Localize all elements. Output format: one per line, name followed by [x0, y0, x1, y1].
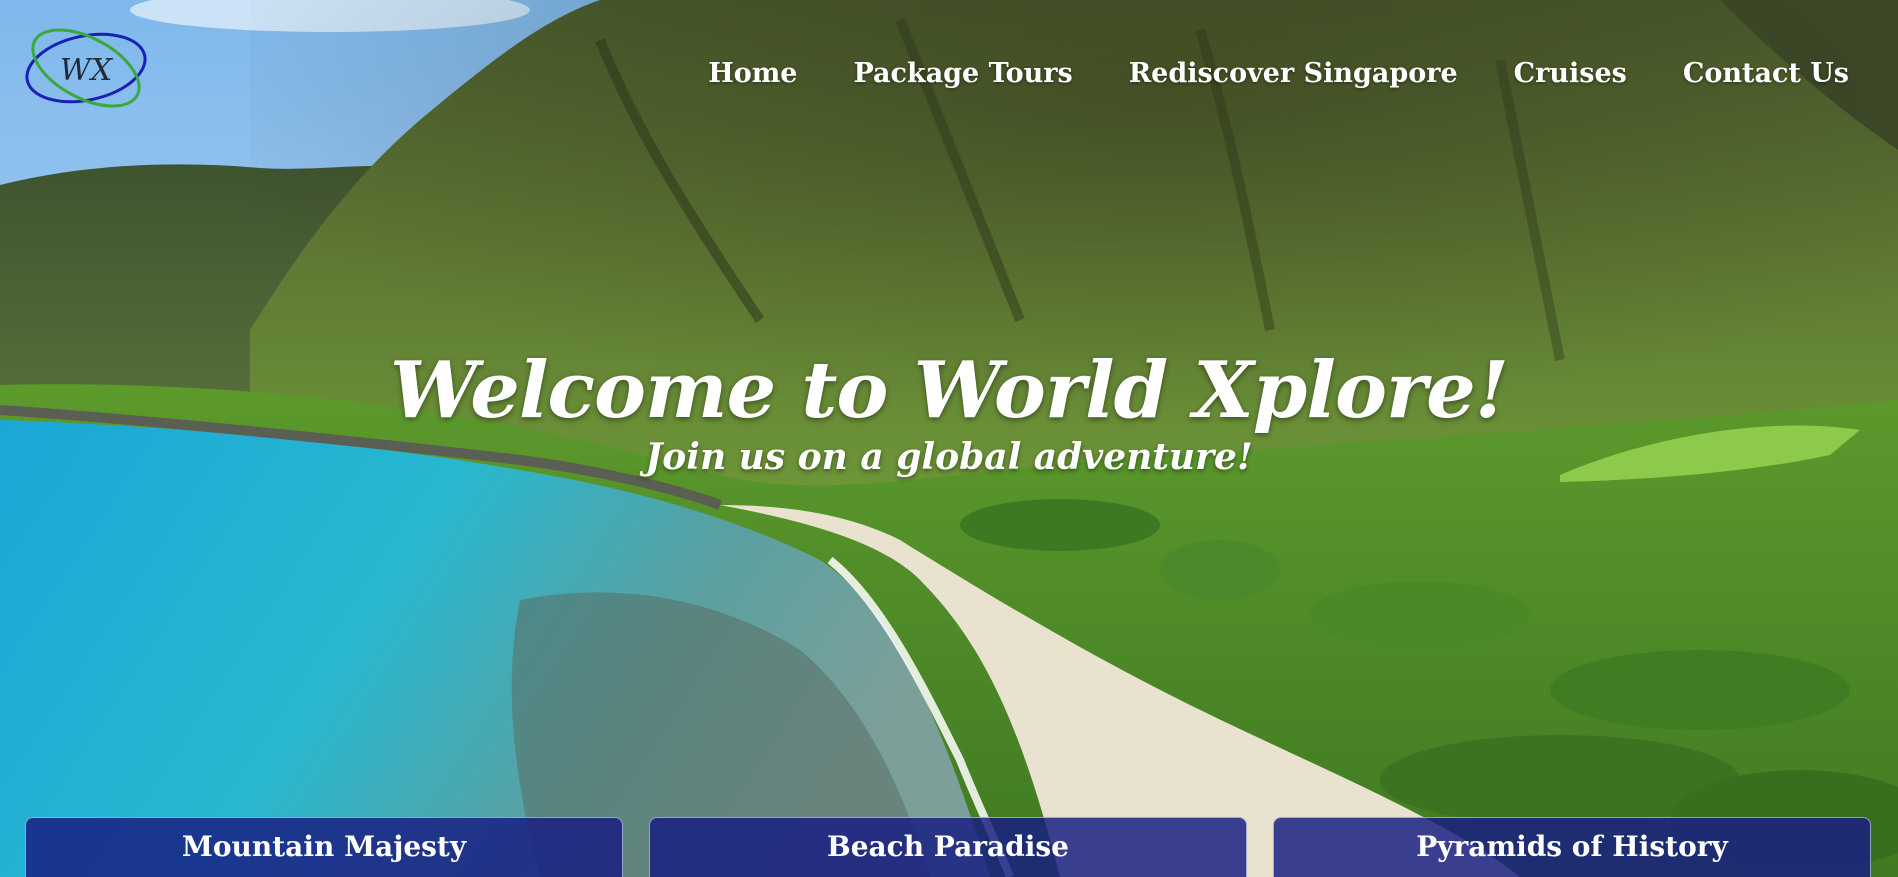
hero-banner: WX Home Package Tours Rediscover Singapo… [0, 0, 1898, 877]
card-title: Mountain Majesty [181, 830, 467, 863]
nav-contact-us[interactable]: Contact Us [1683, 58, 1849, 89]
nav-cruises[interactable]: Cruises [1514, 58, 1627, 89]
logo-text: WX [60, 53, 114, 88]
world-xplore-logo[interactable]: WX [22, 20, 152, 116]
hero-subtitle: Join us on a global adventure! [645, 436, 1253, 478]
hero-title: Welcome to World Xplore! [390, 345, 1509, 436]
card-title: Pyramids of History [1416, 830, 1728, 863]
card-beach-paradise[interactable]: Beach Paradise [649, 817, 1247, 877]
nav-package-tours[interactable]: Package Tours [853, 58, 1072, 89]
main-navigation: Home Package Tours Rediscover Singapore … [708, 58, 1849, 89]
card-title: Beach Paradise [827, 830, 1069, 863]
nav-home[interactable]: Home [708, 58, 797, 89]
card-pyramids-of-history[interactable]: Pyramids of History [1273, 817, 1871, 877]
nav-rediscover-singapore[interactable]: Rediscover Singapore [1129, 58, 1458, 89]
card-mountain-majesty[interactable]: Mountain Majesty [25, 817, 623, 877]
destination-cards: Mountain Majesty Beach Paradise Pyramids… [25, 817, 1871, 877]
